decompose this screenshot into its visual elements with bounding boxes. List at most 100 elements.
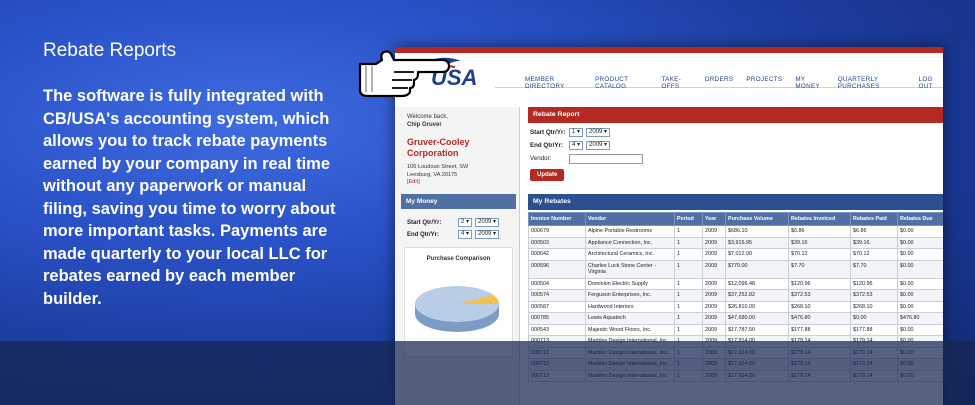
table-row[interactable]: 000574 Ferguson Enterprises, Inc. 1 2009 $37… — [528, 289, 943, 302]
my-money-header: My Money — [401, 194, 516, 209]
banner-title: Rebate Reports — [43, 40, 177, 61]
report-start-year-value: 2009 — [589, 129, 603, 135]
table-cell: 000503 — [528, 236, 586, 249]
column-header[interactable]: Rebates Due — [897, 212, 943, 226]
nav-log-out[interactable]: LOG OUT — [919, 76, 943, 90]
table-cell: $177.88 — [850, 323, 898, 336]
table-cell: $770.00 — [725, 259, 789, 279]
update-button[interactable]: Update — [530, 169, 565, 181]
table-cell: $39.16 — [788, 236, 851, 249]
app-header: USA MEMBER DIRECTORY PRODUCT CATALOG TAK… — [395, 47, 943, 107]
company-name: Gruver-Cooley Corporation — [407, 137, 470, 158]
column-header[interactable]: Rebates Invoiced — [788, 212, 851, 226]
table-cell: 2009 — [702, 323, 726, 336]
table-row[interactable]: 000596 Charles Luck Stone Center - Virgin… — [528, 259, 943, 279]
report-start-label: Start Qtr/Yr: — [530, 129, 566, 136]
sidebar-end-quarter-value: 4 — [461, 231, 465, 237]
report-start-quarter-value: 1 — [572, 129, 576, 135]
column-header[interactable]: Purchase Volume — [725, 212, 789, 226]
column-header[interactable]: Year — [702, 212, 726, 226]
sidebar-start-year-select[interactable]: 2009 ▾ — [475, 218, 500, 227]
table-cell: 000587 — [528, 300, 586, 313]
table-cell: $70.12 — [850, 248, 898, 261]
table-cell: 1 — [674, 225, 703, 238]
column-header[interactable]: Vendor — [585, 212, 675, 226]
table-cell: 2009 — [702, 225, 726, 238]
nav-quarterly-purchases[interactable]: QUARTERLY PURCHASES — [838, 76, 906, 90]
column-header[interactable]: Period — [674, 212, 703, 226]
table-row[interactable]: 000504 Dominion Electric Supply 1 2009 $12,0… — [528, 277, 943, 290]
sidebar-end-row: End Qtr/Yr: 4 ▾ 2009 ▾ — [407, 230, 500, 239]
table-cell: 000679 — [528, 225, 586, 238]
vendor-label: Vendor: — [530, 155, 552, 162]
table-cell: 000543 — [528, 323, 586, 336]
table-cell: $7,012.00 — [725, 248, 789, 261]
column-header[interactable]: Invoice Number — [528, 212, 586, 226]
table-cell: Charles Luck Stone Center - Virginia — [585, 259, 675, 279]
report-end-year-select[interactable]: 2009 ▾ — [586, 141, 611, 150]
table-cell: $120.96 — [788, 277, 851, 290]
nav-member-directory[interactable]: MEMBER DIRECTORY — [525, 76, 582, 90]
welcome-block: Welcome back, Chip Gruver — [407, 113, 448, 129]
table-cell: $0.00 — [850, 312, 898, 325]
table-row[interactable]: 000543 Majestic Wood Floors, Inc. 1 2009 $17… — [528, 323, 943, 336]
table-row[interactable]: 000642 Architectural Ceramics, Inc. 1 2009 $… — [528, 248, 943, 261]
table-cell: $17,787.50 — [725, 323, 789, 336]
pointing-hand-icon — [358, 50, 451, 98]
table-cell: $476.80 — [788, 312, 851, 325]
sidebar-start-label: Start Qtr/Yr: — [407, 219, 442, 226]
table-cell: Majestic Wood Floors, Inc. — [585, 323, 675, 336]
table-cell: 2009 — [702, 248, 726, 261]
nav-projects[interactable]: PROJECTS — [746, 76, 782, 90]
table-row[interactable]: 000503 Appliance Connection, Inc. 1 2009 $3,… — [528, 236, 943, 249]
user-name: Chip Gruver — [407, 122, 442, 128]
table-cell: $0.00 — [897, 259, 943, 279]
address-line-2: Leesburg, VA 20175 — [407, 171, 458, 178]
sidebar-start-quarter-select[interactable]: 2 ▾ — [458, 218, 473, 227]
report-end-year-value: 2009 — [589, 142, 603, 148]
table-cell: $268.10 — [850, 300, 898, 313]
edit-address-link[interactable]: [Edit] — [407, 179, 468, 187]
table-cell: 000642 — [528, 248, 586, 261]
table-cell: 000574 — [528, 289, 586, 302]
table-cell: 2009 — [702, 289, 726, 302]
table-cell: 1 — [674, 323, 703, 336]
table-cell: 1 — [674, 236, 703, 249]
table-cell: $12,096.48 — [725, 277, 789, 290]
report-end-quarter-select[interactable]: 4 ▾ — [569, 141, 584, 150]
sidebar-end-year-select[interactable]: 2009 ▾ — [475, 230, 500, 239]
column-header[interactable]: Rebates Paid — [850, 212, 898, 226]
nav-product-catalog[interactable]: PRODUCT CATALOG — [595, 76, 648, 90]
report-start-year-select[interactable]: 2009 ▾ — [586, 128, 611, 137]
table-cell: $0.00 — [897, 323, 943, 336]
table-cell: $372.53 — [788, 289, 851, 302]
sidebar-start-year-value: 2009 — [478, 219, 492, 225]
table-row[interactable]: 000587 Hardwood Interiors 1 2009 $26,810.00 $… — [528, 300, 943, 313]
company-address: 106 Loudoun Street, SW Leesburg, VA 2017… — [407, 164, 468, 187]
table-cell: $372.53 — [850, 289, 898, 302]
table-cell: Appliance Connection, Inc. — [585, 236, 675, 249]
report-start-quarter-select[interactable]: 1 ▾ — [569, 128, 584, 137]
table-cell: 2009 — [702, 300, 726, 313]
vendor-input[interactable] — [569, 153, 643, 164]
sidebar-end-quarter-select[interactable]: 4 ▾ — [458, 230, 473, 239]
table-cell: 1 — [674, 312, 703, 325]
table-cell: $0.00 — [897, 300, 943, 313]
nav-take-offs[interactable]: TAKE-OFFS — [661, 76, 691, 90]
table-header-row: Invoice Number Vendor Period Year Purchase V… — [528, 212, 943, 226]
table-cell: 1 — [674, 277, 703, 290]
report-end-row: End Qtr/Yr: 4 ▾ 2009 ▾ — [530, 140, 941, 151]
nav-orders[interactable]: ORDERS — [705, 76, 734, 90]
nav-my-money[interactable]: MY MONEY — [795, 76, 824, 90]
table-cell: $6.86 — [850, 225, 898, 238]
table-row[interactable]: 000785 Lewis Aquatech 1 2009 $47,680.00 $476.… — [528, 312, 943, 325]
table-cell: $0.00 — [897, 277, 943, 290]
report-start-row: Start Qtr/Yr: 1 ▾ 2009 ▾ — [530, 127, 941, 138]
welcome-text: Welcome back, — [407, 114, 448, 120]
table-cell: Lewis Aquatech — [585, 312, 675, 325]
report-end-label: End Qtr/Yr: — [530, 142, 564, 149]
table-cell: $268.10 — [788, 300, 851, 313]
table-cell: $177.88 — [788, 323, 851, 336]
table-cell: $26,810.00 — [725, 300, 789, 313]
table-row[interactable]: 000679 Alpine Portable Restrooms 1 2009 $686… — [528, 225, 943, 238]
